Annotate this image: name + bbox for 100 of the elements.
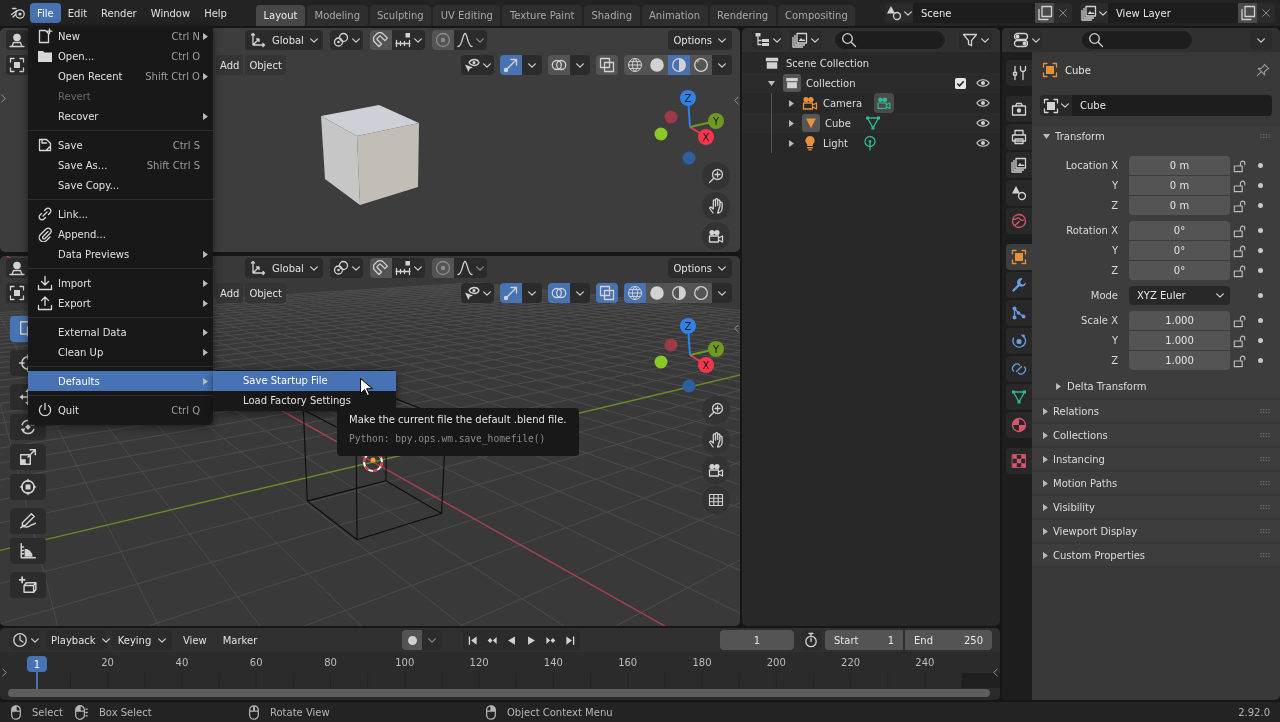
auto-keying-toggle[interactable] (402, 630, 423, 650)
negative-axis-handle[interactable] (654, 127, 668, 141)
data-browse-dropdown[interactable] (1040, 95, 1072, 116)
drag-grip-icon[interactable] (1260, 457, 1270, 461)
shading-mode-button[interactable] (646, 55, 668, 75)
pan-button[interactable] (702, 192, 730, 220)
properties-tab[interactable] (1006, 356, 1032, 382)
drag-grip-icon[interactable] (1260, 505, 1270, 509)
expand-region-icon[interactable] (2, 668, 7, 677)
caret-right-icon[interactable] (789, 99, 794, 107)
outliner-item-label[interactable]: Light (823, 137, 848, 149)
tool-button[interactable] (10, 572, 46, 598)
tool-button[interactable] (10, 444, 46, 470)
menu-item[interactable]: Open... Ctrl O (28, 46, 213, 66)
gizmo-menu-button[interactable] (522, 283, 542, 303)
workspace-tab[interactable]: Compositing (777, 5, 856, 26)
expand-sidebar-icon[interactable] (734, 324, 739, 333)
checkbox[interactable] (955, 77, 966, 89)
menu-item[interactable]: External Data (28, 322, 213, 342)
pan-button[interactable] (702, 426, 730, 454)
orientation-dropdown[interactable]: Global (245, 258, 323, 278)
gizmo-menu-button[interactable] (522, 55, 542, 75)
camera-view-button[interactable] (702, 222, 730, 250)
workspace-tab[interactable]: Shading (583, 5, 640, 26)
new-view-layer-button[interactable] (1238, 3, 1257, 23)
menu-item[interactable]: Open Recent Shift Ctrl O (28, 66, 213, 86)
preview-range-toggle[interactable] (801, 630, 821, 650)
properties-tab[interactable] (1006, 180, 1032, 206)
rotation-mode-dropdown[interactable]: XYZ Euler (1129, 286, 1230, 305)
menu-button[interactable]: Add (216, 55, 244, 75)
number-field[interactable]: 0 m (1129, 176, 1230, 195)
eye-icon[interactable] (976, 116, 990, 130)
negative-axis-handle[interactable] (682, 379, 696, 393)
workspace-tab[interactable]: Rendering (709, 5, 776, 26)
editor-type-button[interactable] (6, 30, 28, 50)
axis-handle[interactable]: Z (680, 318, 696, 356)
orientation-dropdown[interactable]: Global (245, 30, 323, 50)
open-padlock-icon[interactable] (1233, 263, 1247, 278)
gizmo-toggle[interactable] (500, 283, 522, 303)
playback-button[interactable] (463, 630, 483, 650)
options-dropdown[interactable]: Options (668, 30, 732, 50)
zoom-button[interactable] (702, 162, 730, 190)
negative-axis-handle[interactable] (682, 151, 696, 165)
shading-menu-button[interactable] (712, 55, 732, 75)
drag-grip-icon[interactable] (1260, 481, 1270, 485)
overlays-toggle[interactable] (548, 55, 570, 75)
camera-icon[interactable] (874, 93, 895, 113)
editor-type-button[interactable] (1010, 30, 1042, 50)
playback-button[interactable] (560, 630, 581, 650)
falloff-dropdown[interactable] (454, 258, 487, 278)
workspace-tab[interactable]: Layout (256, 5, 305, 26)
eye-icon[interactable] (976, 76, 990, 90)
properties-tab[interactable] (1006, 96, 1032, 122)
app-menu-button[interactable] (10, 5, 26, 21)
menu-item[interactable]: Link... (28, 204, 213, 224)
menu-button[interactable]: Edit (60, 3, 95, 23)
menu-button[interactable]: View (178, 630, 212, 650)
menu-item[interactable]: Quit Ctrl Q (28, 400, 213, 420)
number-field[interactable]: 0° (1129, 261, 1230, 280)
open-padlock-icon[interactable] (1233, 243, 1247, 258)
panel-header[interactable]: Instancing (1032, 448, 1280, 470)
open-padlock-icon[interactable] (1233, 158, 1247, 173)
shading-mode-button[interactable] (690, 55, 712, 75)
display-mode-dropdown[interactable] (752, 30, 782, 50)
zoom-button[interactable] (702, 396, 730, 424)
open-padlock-icon[interactable] (1233, 223, 1247, 238)
menu-button[interactable]: Marker (217, 630, 263, 650)
shading-mode-button[interactable] (624, 283, 646, 303)
caret-down-icon[interactable] (768, 80, 775, 86)
properties-tab[interactable] (1006, 272, 1032, 298)
shading-mode-button[interactable] (690, 283, 712, 303)
number-field[interactable]: 0 m (1129, 156, 1230, 175)
menu-item[interactable]: Clean Up (28, 342, 213, 362)
view-layer-name-field[interactable]: View Layer (1108, 3, 1238, 23)
shading-mode-button[interactable] (624, 55, 646, 75)
editor-type-button[interactable] (6, 258, 28, 278)
properties-tab[interactable] (1006, 328, 1032, 354)
object-name-field[interactable]: Cube (1072, 95, 1272, 116)
search-field[interactable] (835, 31, 945, 49)
pivot-point-dropdown[interactable] (330, 258, 363, 278)
expand-sidebar-icon[interactable] (734, 96, 739, 105)
menu-item[interactable]: Recover (28, 106, 213, 126)
drag-grip-icon[interactable] (1260, 529, 1270, 533)
menu-item[interactable]: Export (28, 293, 213, 313)
menu-item[interactable]: Save As... Shift Ctrl S (28, 155, 213, 175)
drag-grip-icon[interactable] (1260, 433, 1270, 437)
mode-button[interactable] (6, 283, 28, 303)
subpanel-header[interactable]: Delta Transform (1032, 376, 1147, 396)
outliner-item-label[interactable]: Camera (823, 97, 863, 109)
view-layer-filter-dropdown[interactable] (789, 30, 822, 50)
mode-button[interactable] (6, 55, 28, 75)
number-field[interactable]: 0 m (1129, 196, 1230, 215)
axis-handle[interactable]: Z (680, 90, 696, 128)
open-padlock-icon[interactable] (1233, 178, 1247, 193)
panel-header[interactable]: Viewport Display (1032, 520, 1280, 542)
search-field[interactable] (1082, 31, 1192, 49)
properties-tab[interactable] (1006, 124, 1032, 150)
start-frame-field[interactable]: Start 1 (825, 630, 903, 650)
perspective-toggle-button[interactable] (702, 486, 730, 514)
pivot-point-dropdown[interactable] (330, 30, 363, 50)
